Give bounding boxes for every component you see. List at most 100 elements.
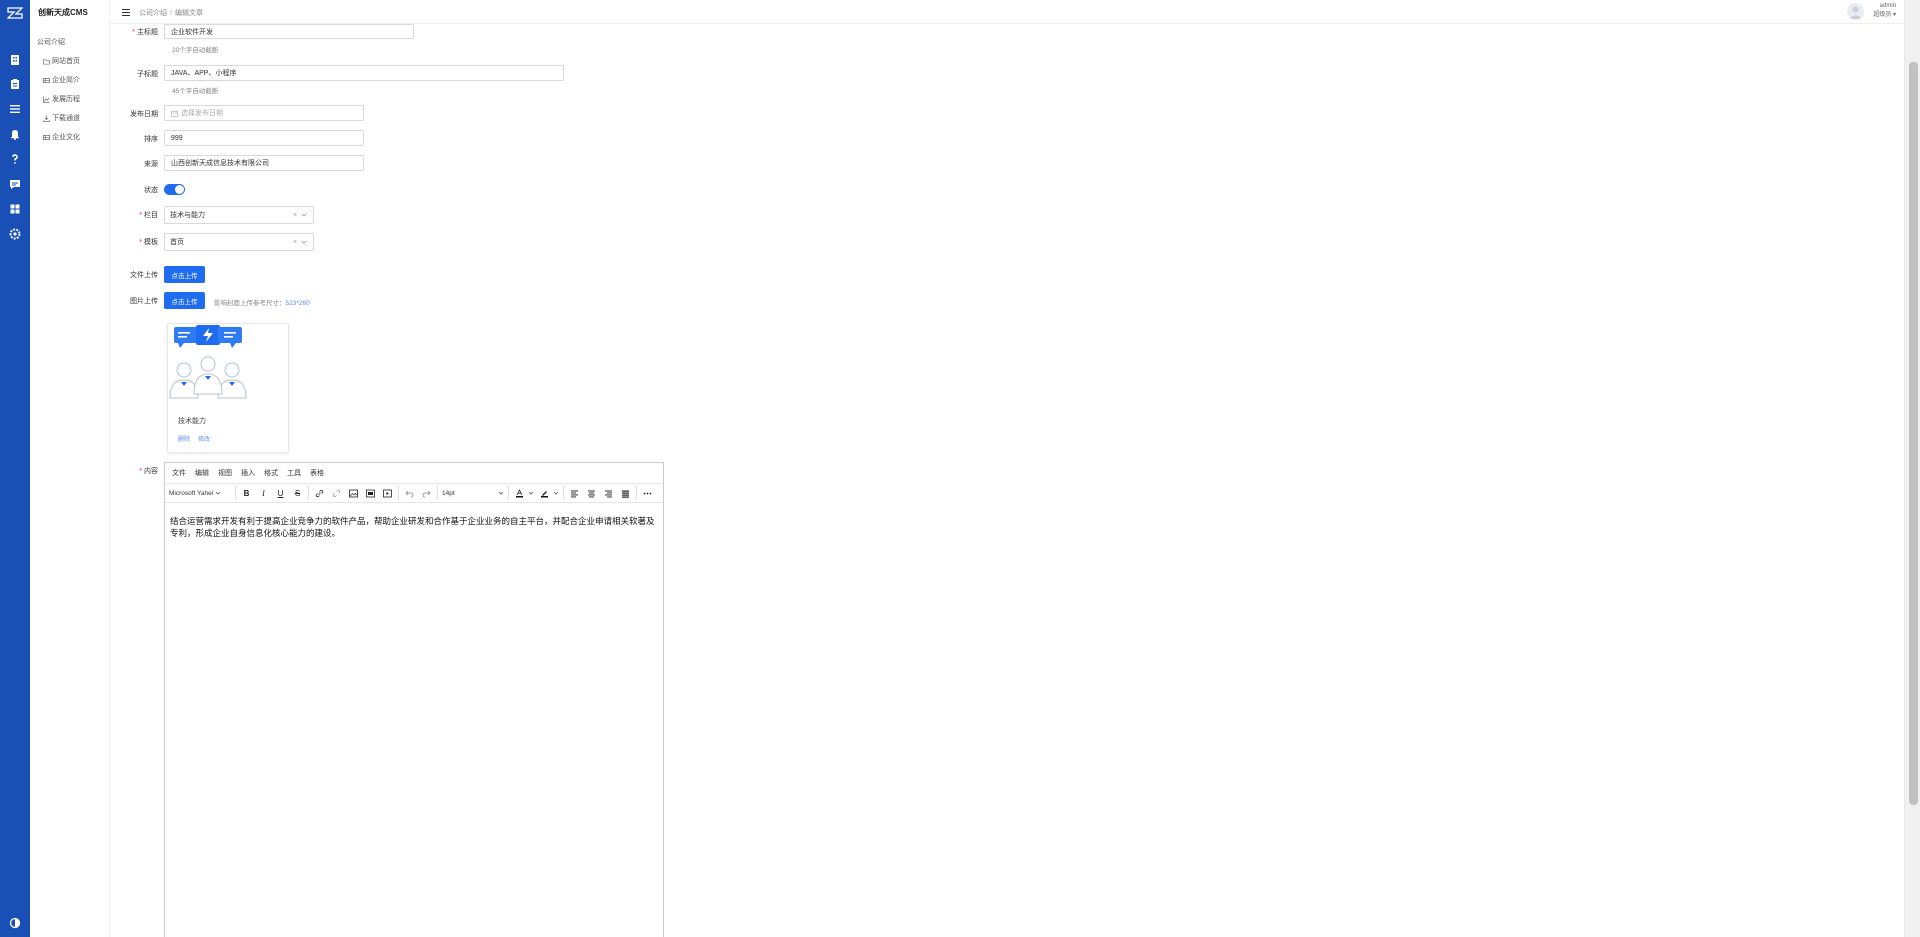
editor-menubar: 文件 编辑 视图 插入 格式 工具 表格 (165, 463, 663, 483)
breadcrumb-item-company[interactable]: 公司介绍 (139, 10, 167, 17)
toolbar-divider (235, 486, 236, 500)
status-label: 状态 (144, 187, 158, 194)
subtitle-input[interactable]: JAVA、APP、小程序 (164, 65, 564, 81)
brand-title: 创新天成CMS (38, 8, 88, 17)
chat-icon[interactable] (8, 177, 22, 191)
chevron-down-icon (301, 240, 307, 244)
highlight-icon (541, 490, 548, 497)
editor-toolbar: Microsoft Yahei B I U S 14pt (165, 483, 663, 503)
underline-button[interactable]: U (274, 487, 287, 500)
status-toggle[interactable] (164, 184, 185, 195)
scrollbar-thumb[interactable] (1909, 62, 1918, 805)
sidebar-item-label: 企业简介 (52, 77, 80, 84)
user-role: 超级员 ▾ (1873, 12, 1896, 18)
align-justify-button[interactable] (619, 487, 632, 500)
text-color-icon (516, 488, 523, 497)
top-bar: 公司介绍 / 编辑文章 admin 超级员 ▾ (110, 0, 1904, 24)
highlight-button[interactable] (538, 487, 551, 500)
theme-icon[interactable] (8, 916, 22, 930)
sidebar-item-intro[interactable]: 企业简介 (43, 75, 80, 85)
menu-edit[interactable]: 编辑 (195, 468, 209, 478)
title-label: * 主标题 (132, 29, 158, 36)
page-scrollbar[interactable] (1904, 0, 1920, 937)
menu-file[interactable]: 文件 (172, 468, 186, 478)
unlink-button[interactable] (330, 487, 343, 500)
clipboard-icon[interactable] (8, 77, 22, 91)
toolbar-divider (563, 486, 564, 500)
file-upload-label: 文件上传 (130, 272, 158, 279)
menu-view[interactable]: 视图 (218, 468, 232, 478)
menu-table[interactable]: 表格 (310, 468, 324, 478)
align-center-button[interactable] (585, 487, 598, 500)
menu-toggle-icon[interactable] (122, 9, 130, 16)
more-button[interactable] (641, 487, 654, 500)
sort-input[interactable]: 999 (164, 130, 364, 146)
editor-content[interactable]: 结合运营需求开发有利于提高企业竞争力的软件产品，帮助企业研发和合作基于企业业务的… (170, 515, 655, 539)
menu-insert[interactable]: 插入 (241, 468, 255, 478)
chevron-down-icon (215, 491, 221, 495)
sidebar-item-home[interactable]: 网站首页 (43, 56, 80, 66)
file-upload-button[interactable]: 点击上传 (164, 266, 205, 283)
image-size-hint: 影响封面上传参考尺寸：523*260 (214, 300, 310, 307)
font-family-select[interactable]: Microsoft Yahei (169, 490, 231, 497)
team-illustration (169, 325, 247, 399)
menu-format[interactable]: 格式 (264, 468, 278, 478)
user-info[interactable]: admin 超级员 ▾ (1873, 2, 1896, 20)
image-delete-link[interactable]: 删除 (178, 434, 190, 443)
strikethrough-button[interactable]: S (291, 487, 304, 500)
sidebar-item-label: 企业文化 (52, 134, 80, 141)
grid-icon[interactable] (8, 202, 22, 216)
date-picker[interactable]: 选择发布日期 (164, 105, 364, 121)
menu-tools[interactable]: 工具 (287, 468, 301, 478)
logo-icon[interactable] (7, 6, 23, 20)
image-button[interactable] (347, 487, 360, 500)
font-size-select[interactable]: 14pt (442, 490, 504, 497)
breadcrumb-item-current: 编辑文章 (174, 10, 203, 17)
chevron-down-icon (301, 213, 307, 217)
image-upload-button[interactable]: 点击上传 (164, 292, 205, 309)
avatar[interactable] (1847, 3, 1864, 20)
sidebar-group-title[interactable]: 公司介绍 (37, 37, 65, 47)
sidebar-item-culture[interactable]: 企业文化 (43, 132, 80, 142)
video-icon (383, 489, 392, 497)
text-color-button[interactable] (513, 487, 526, 500)
clear-icon[interactable]: × (293, 212, 297, 219)
toolbar-divider (398, 486, 399, 500)
template-label: * 模板 (139, 239, 158, 246)
bold-button[interactable]: B (240, 487, 253, 500)
redo-button[interactable] (420, 487, 433, 500)
settings-icon[interactable] (8, 227, 22, 241)
gallery-button[interactable] (364, 487, 377, 500)
title-input[interactable]: 企业软件开发 (164, 24, 414, 39)
undo-button[interactable] (403, 487, 416, 500)
media-button[interactable] (381, 487, 394, 500)
help-icon[interactable] (8, 152, 22, 166)
user-icon (1849, 6, 1862, 19)
italic-button[interactable]: I (257, 487, 270, 500)
template-select-value: 首页 (170, 239, 184, 246)
align-right-button[interactable] (602, 487, 615, 500)
source-label: 来源 (144, 161, 158, 168)
image-card-title: 技术能力 (178, 418, 206, 425)
image-card: 技术能力 删除 修改 (167, 323, 289, 453)
sidebar-item-download[interactable]: 下载通道 (43, 113, 80, 123)
sidebar-item-history[interactable]: 发展历程 (43, 94, 80, 104)
source-input[interactable]: 山西创新天成信息技术有限公司 (164, 155, 364, 171)
building-icon[interactable] (8, 53, 22, 67)
column-label: * 栏目 (139, 212, 158, 219)
toolbar-divider (508, 486, 509, 500)
link-button[interactable] (313, 487, 326, 500)
align-left-button[interactable] (568, 487, 581, 500)
sidebar-item-label: 发展历程 (52, 96, 80, 103)
chart-icon (43, 95, 50, 103)
image-edit-link[interactable]: 修改 (198, 434, 210, 443)
sidebar-item-label: 网站首页 (52, 58, 80, 65)
clear-icon[interactable]: × (293, 239, 297, 246)
chevron-down-icon (553, 491, 559, 495)
text-color-dropdown[interactable] (526, 490, 534, 496)
highlight-dropdown[interactable] (551, 490, 559, 496)
list-icon[interactable] (8, 102, 22, 116)
template-select[interactable]: 首页 × (164, 233, 314, 251)
column-select[interactable]: 技术与能力 × (164, 206, 314, 224)
bell-icon[interactable] (8, 127, 22, 141)
